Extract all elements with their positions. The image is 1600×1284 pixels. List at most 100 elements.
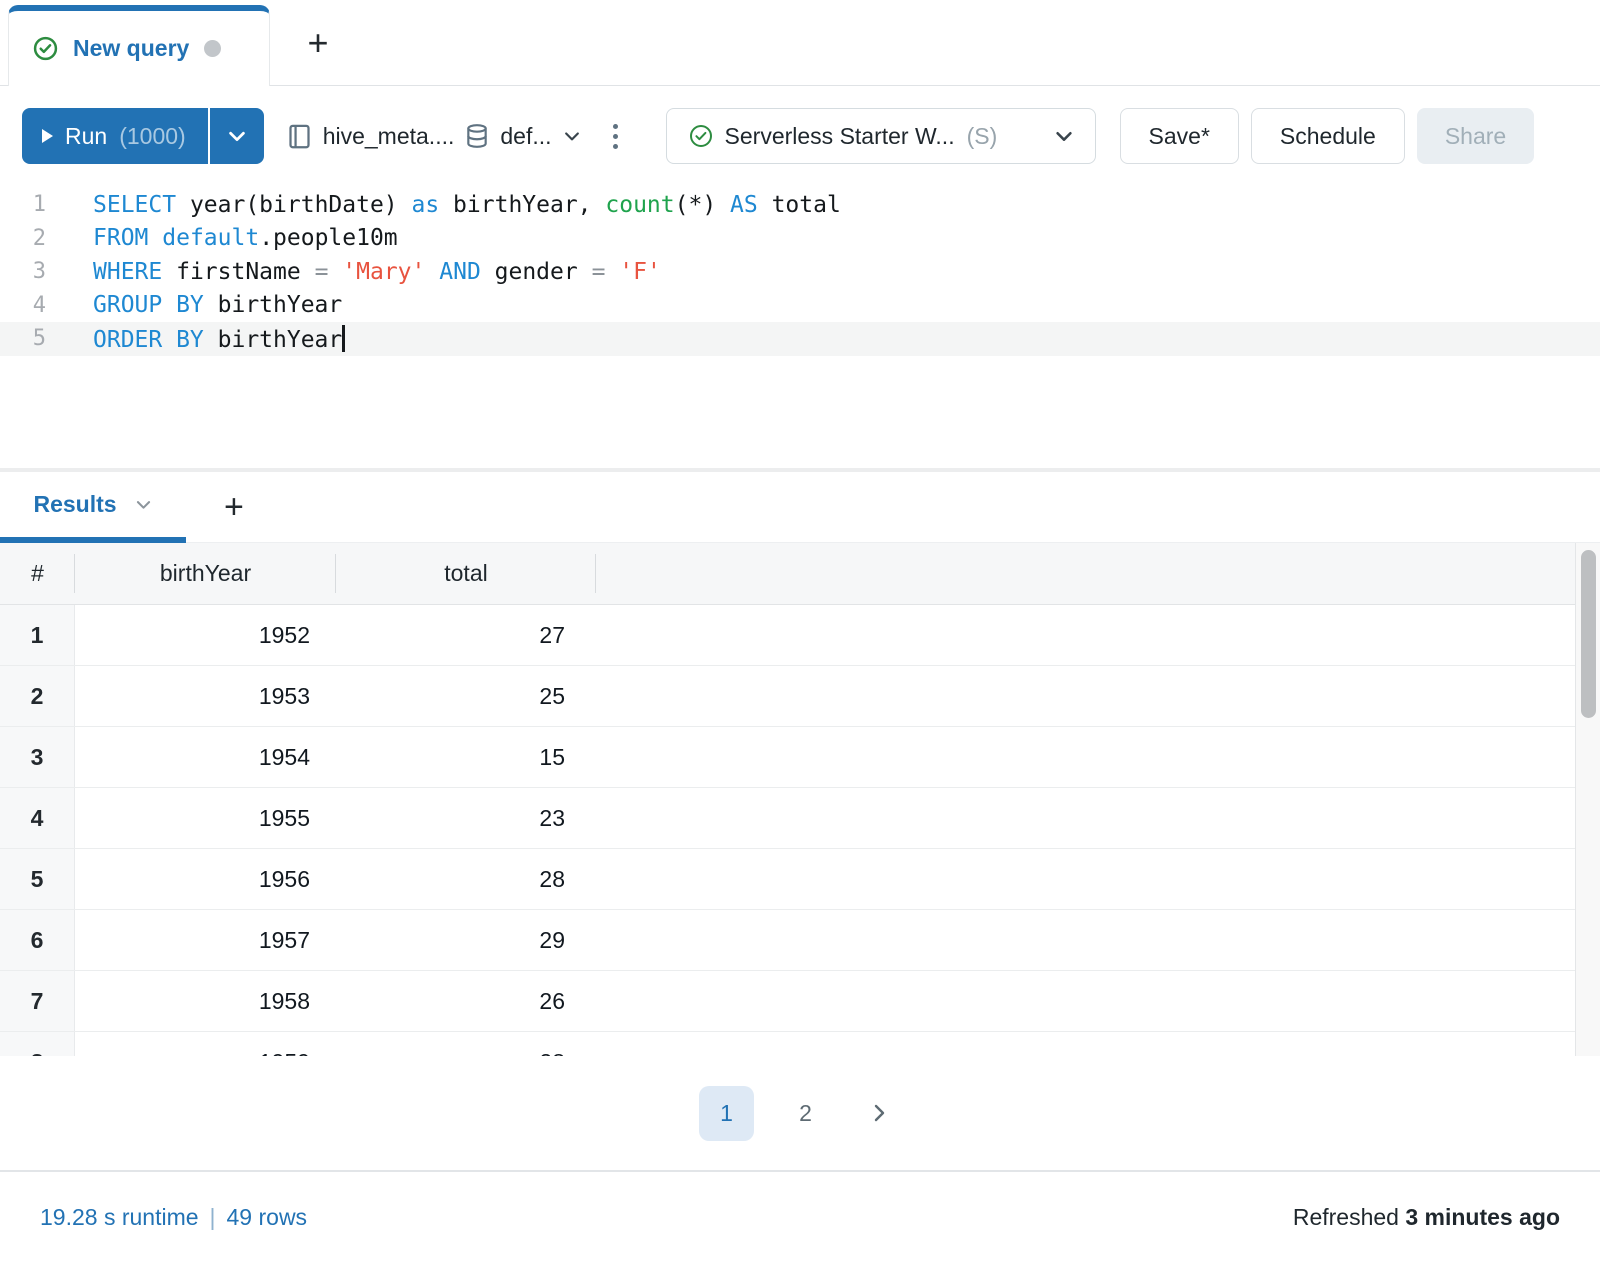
new-tab-button[interactable]: + — [288, 0, 348, 85]
more-options-kebab-button[interactable] — [596, 108, 636, 164]
query-tab-bar: New query + — [0, 0, 1600, 86]
warehouse-selector[interactable]: Serverless Starter W... (S) — [666, 108, 1096, 164]
next-page-button[interactable] — [857, 1101, 901, 1125]
row-index-cell: 3 — [0, 727, 75, 787]
schedule-button[interactable]: Schedule — [1251, 108, 1405, 164]
birthyear-cell: 1954 — [75, 727, 336, 787]
code-line-3[interactable]: 3WHERE firstName = 'Mary' AND gender = '… — [0, 255, 1600, 289]
total-cell: 28 — [336, 849, 596, 909]
run-options-dropdown-button[interactable] — [208, 108, 264, 164]
row-index-cell: 6 — [0, 910, 75, 970]
refreshed-time: 3 minutes ago — [1405, 1204, 1560, 1230]
page-button-2[interactable]: 2 — [778, 1086, 833, 1141]
code-text: ORDER BY birthYear — [46, 325, 345, 353]
table-body: 1195227219532531954154195523519562861957… — [0, 605, 1575, 1056]
sql-editor[interactable]: 1SELECT year(birthDate) as birthYear, co… — [0, 166, 1600, 468]
code-text: SELECT year(birthDate) as birthYear, cou… — [46, 192, 841, 218]
results-scrollbar-track[interactable] — [1576, 543, 1600, 1056]
total-cell: 29 — [336, 910, 596, 970]
catalog-schema-selector[interactable]: hive_meta.... def... — [286, 123, 582, 150]
tab-new-query[interactable]: New query — [8, 5, 270, 86]
results-tab-bar: Results + — [0, 472, 1600, 543]
tab-label: New query — [73, 35, 189, 62]
row-index-cell: 1 — [0, 605, 75, 665]
filler-cell — [596, 727, 1575, 787]
results-table: # birthYear total 1195227219532531954154… — [0, 543, 1576, 1056]
table-row[interactable]: 6195729 — [0, 910, 1575, 971]
play-icon — [42, 129, 53, 143]
filler-cell — [596, 971, 1575, 1031]
table-row[interactable]: 4195523 — [0, 788, 1575, 849]
results-scrollbar-thumb[interactable] — [1581, 550, 1596, 718]
schema-label: def... — [500, 123, 551, 150]
total-cell: 23 — [336, 788, 596, 848]
filler-cell — [596, 666, 1575, 726]
warehouse-running-check-icon — [689, 124, 713, 148]
run-label: Run — [65, 123, 107, 150]
table-row[interactable]: 7195826 — [0, 971, 1575, 1032]
run-row-limit: (1000) — [119, 123, 185, 150]
birthyear-cell: 1955 — [75, 788, 336, 848]
editor-lines: 1SELECT year(birthDate) as birthYear, co… — [0, 188, 1600, 356]
row-index-cell: 8 — [0, 1032, 75, 1056]
code-line-2[interactable]: 2FROM default.people10m — [0, 222, 1600, 256]
column-header-total[interactable]: total — [336, 543, 596, 604]
tab-results[interactable]: Results — [0, 472, 186, 543]
line-number: 3 — [0, 259, 46, 284]
code-text: WHERE firstName = 'Mary' AND gender = 'F… — [46, 259, 661, 285]
code-line-1[interactable]: 1SELECT year(birthDate) as birthYear, co… — [0, 188, 1600, 222]
run-button[interactable]: Run (1000) — [22, 108, 208, 164]
birthyear-cell: 1958 — [75, 971, 336, 1031]
birthyear-cell: 1953 — [75, 666, 336, 726]
birthyear-cell: 1956 — [75, 849, 336, 909]
column-header-index[interactable]: # — [0, 543, 75, 604]
filler-cell — [596, 1032, 1575, 1056]
total-cell: 15 — [336, 727, 596, 787]
row-index-cell: 7 — [0, 971, 75, 1031]
birthyear-cell: 1952 — [75, 605, 336, 665]
filler-cell — [596, 788, 1575, 848]
line-number: 4 — [0, 293, 46, 318]
row-index-cell: 2 — [0, 666, 75, 726]
total-cell: 25 — [336, 666, 596, 726]
table-row[interactable]: 8195928 — [0, 1032, 1575, 1056]
chevron-down-icon — [562, 126, 582, 146]
chevron-down-icon — [134, 495, 153, 514]
total-cell: 26 — [336, 971, 596, 1031]
column-header-birthyear[interactable]: birthYear — [75, 543, 336, 604]
chevron-right-icon — [867, 1101, 891, 1125]
table-row[interactable]: 1195227 — [0, 605, 1575, 666]
refreshed-prefix: Refreshed — [1293, 1204, 1406, 1230]
results-table-viewport: # birthYear total 1195227219532531954154… — [0, 543, 1600, 1056]
column-header-filler — [596, 543, 1575, 604]
query-stats: 19.28 s runtime | 49 rows — [40, 1204, 307, 1231]
catalog-icon — [286, 123, 313, 150]
unsaved-changes-dot — [204, 40, 221, 57]
code-text: GROUP BY birthYear — [46, 292, 342, 318]
table-row[interactable]: 2195325 — [0, 666, 1575, 727]
runtime-link[interactable]: 19.28 s runtime — [40, 1204, 199, 1231]
table-header-row: # birthYear total — [0, 543, 1575, 605]
row-count-link[interactable]: 49 rows — [227, 1204, 308, 1231]
row-index-cell: 4 — [0, 788, 75, 848]
filler-cell — [596, 849, 1575, 909]
code-text: FROM default.people10m — [46, 225, 398, 251]
run-split-button: Run (1000) — [22, 108, 264, 164]
editor-toolbar: Run (1000) hive_meta.... def... Serverle… — [0, 86, 1600, 166]
table-row[interactable]: 5195628 — [0, 849, 1575, 910]
chevron-down-icon — [226, 125, 248, 147]
page-button-1[interactable]: 1 — [699, 1086, 754, 1141]
results-pagination: 12 — [0, 1056, 1600, 1170]
table-row[interactable]: 3195415 — [0, 727, 1575, 788]
add-visualization-button[interactable]: + — [212, 472, 256, 542]
stats-divider: | — [210, 1204, 216, 1231]
line-number: 2 — [0, 226, 46, 251]
share-button[interactable]: Share — [1417, 108, 1534, 164]
save-button[interactable]: Save* — [1120, 108, 1239, 164]
schema-database-icon — [464, 123, 490, 149]
refreshed-status: Refreshed 3 minutes ago — [1293, 1204, 1560, 1231]
code-line-4[interactable]: 4GROUP BY birthYear — [0, 289, 1600, 323]
code-line-5[interactable]: 5ORDER BY birthYear — [0, 322, 1600, 356]
text-cursor — [342, 325, 345, 352]
filler-cell — [596, 605, 1575, 665]
